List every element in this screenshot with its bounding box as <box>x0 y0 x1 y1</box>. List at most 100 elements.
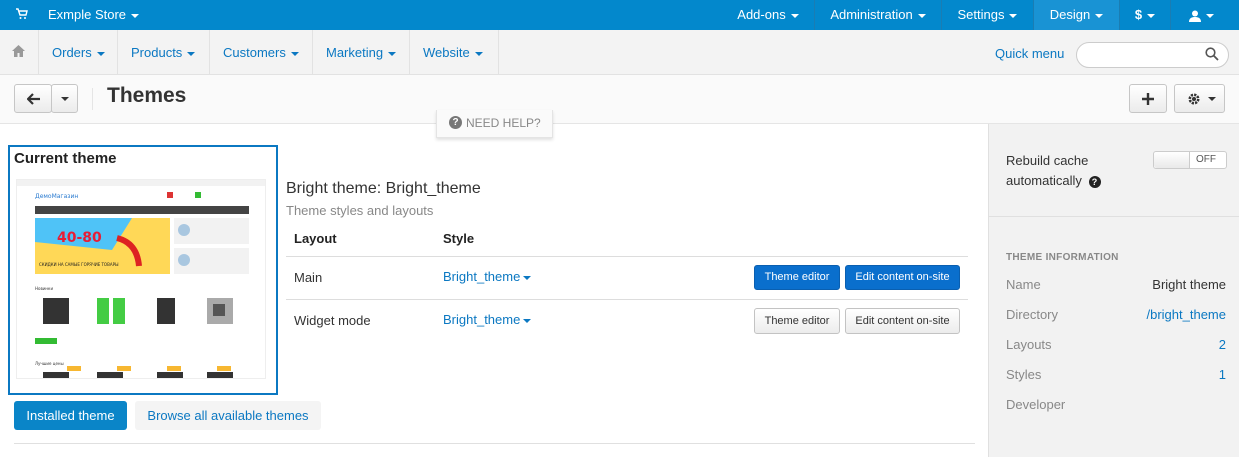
topnav-design-label: Design <box>1049 7 1091 22</box>
plus-icon <box>1142 93 1154 105</box>
search-input[interactable] <box>1076 42 1229 68</box>
currency-label: $ <box>1134 7 1143 22</box>
chevron-down-icon <box>96 51 105 56</box>
store-selector[interactable]: Exmple Store <box>48 0 140 30</box>
divider <box>409 30 410 75</box>
column-header-style: Style <box>443 231 475 246</box>
current-theme-heading: Current theme <box>14 150 117 167</box>
divider <box>117 30 118 75</box>
topnav-addons-label: Add-ons <box>737 7 786 22</box>
chevron-down-icon <box>388 51 397 56</box>
nav-customers[interactable]: Customers <box>223 30 299 75</box>
info-key-name: Name <box>1006 277 1041 292</box>
back-button[interactable] <box>14 84 52 113</box>
question-icon[interactable]: ? <box>1088 175 1101 188</box>
current-theme-card: Current theme ДемоМагазин 40-80 СКИДКИ Н… <box>8 145 278 395</box>
home-icon[interactable] <box>12 45 25 57</box>
rebuild-cache-label: Rebuild cache automatically ? <box>1006 151 1116 191</box>
info-value-name: Bright theme <box>1152 277 1226 292</box>
nav-orders[interactable]: Orders <box>52 30 105 75</box>
tab-browse-themes[interactable]: Browse all available themes <box>135 401 321 430</box>
chevron-down-icon <box>1205 13 1214 18</box>
topnav-design[interactable]: Design <box>1034 0 1119 30</box>
layout-widget-mode: Widget mode <box>294 313 371 328</box>
nav-website[interactable]: Website <box>423 30 483 75</box>
info-key-directory: Directory <box>1006 307 1059 322</box>
info-value-layouts[interactable]: 2 <box>1219 337 1226 352</box>
chevron-down-icon <box>1147 13 1156 18</box>
style-name: Bright_theme <box>443 269 521 284</box>
thumbnail-section-prices: Лучшие цены <box>35 361 64 366</box>
nav-products[interactable]: Products <box>131 30 196 75</box>
style-selector-main[interactable]: Bright_theme <box>443 269 532 284</box>
topnav-addons[interactable]: Add-ons <box>722 0 814 30</box>
chevron-down-icon <box>131 13 140 18</box>
need-help-label: NEED HELP? <box>466 116 541 130</box>
topnav-currency[interactable]: $ <box>1120 0 1170 30</box>
divider <box>286 256 968 257</box>
info-key-styles: Styles <box>1006 367 1042 382</box>
edit-content-on-site-button[interactable]: Edit content on-site <box>845 265 960 290</box>
thumbnail-banner-caption: СКИДКИ НА САМЫЕ ГОРЯЧИЕ ТОВАРЫ <box>39 262 119 267</box>
info-value-directory[interactable]: /bright_theme <box>1147 307 1227 322</box>
theme-editor-button[interactable]: Theme editor <box>754 308 840 334</box>
topnav-administration[interactable]: Administration <box>815 0 941 30</box>
theme-name: Bright theme: Bright_theme <box>286 180 481 197</box>
column-header-layout: Layout <box>294 231 337 246</box>
user-icon <box>1188 10 1201 22</box>
thumbnail-logo: ДемоМагазин <box>35 193 78 200</box>
add-theme-button[interactable] <box>1129 84 1167 113</box>
page-title: Themes <box>107 84 187 107</box>
thumbnail-section-new: Новинки <box>35 286 53 291</box>
divider <box>286 299 968 300</box>
theme-subtitle: Theme styles and layouts <box>286 203 434 218</box>
info-value-styles[interactable]: 1 <box>1219 367 1226 382</box>
rebuild-cache-toggle[interactable]: OFF <box>1153 151 1227 169</box>
divider <box>312 30 313 75</box>
arrow-left-icon <box>27 93 40 105</box>
layout-main: Main <box>294 270 323 285</box>
chevron-down-icon <box>187 51 196 56</box>
topnav-settings[interactable]: Settings <box>942 0 1033 30</box>
need-help-tab[interactable]: ? NEED HELP? <box>436 110 553 138</box>
back-dropdown-button[interactable] <box>51 84 78 113</box>
store-name: Exmple Store <box>48 7 127 22</box>
nav-customers-label: Customers <box>223 45 286 60</box>
main-nav: Orders Products Customers Marketing Webs… <box>0 30 1239 75</box>
toggle-state: OFF <box>1196 154 1216 165</box>
quick-menu-link[interactable]: Quick menu <box>995 30 1064 75</box>
chevron-down-icon <box>1208 97 1216 101</box>
cart-icon <box>16 8 28 19</box>
chevron-down-icon <box>790 13 799 18</box>
nav-website-label: Website <box>423 45 470 60</box>
style-selector-widget[interactable]: Bright_theme <box>443 312 532 327</box>
divider <box>92 88 93 110</box>
nav-products-label: Products <box>131 45 183 60</box>
divider <box>14 443 975 444</box>
nav-marketing-label: Marketing <box>326 45 384 60</box>
chevron-down-icon <box>1009 13 1018 18</box>
edit-content-on-site-button[interactable]: Edit content on-site <box>845 308 960 334</box>
tab-installed-theme[interactable]: Installed theme <box>14 401 127 430</box>
theme-info-heading: THEME INFORMATION <box>1006 252 1119 263</box>
topnav-user[interactable] <box>1171 0 1231 30</box>
thumbnail-banner-big: 40-80 <box>57 230 102 246</box>
info-key-layouts: Layouts <box>1006 337 1052 352</box>
search-icon <box>1205 47 1219 61</box>
gear-icon <box>1188 93 1200 105</box>
divider <box>38 30 39 75</box>
theme-editor-button[interactable]: Theme editor <box>754 265 840 290</box>
sidebar: Rebuild cache automatically ? OFF THEME … <box>988 124 1239 457</box>
divider <box>498 30 499 75</box>
chevron-down-icon <box>61 97 69 101</box>
nav-marketing[interactable]: Marketing <box>326 30 397 75</box>
settings-dropdown-button[interactable] <box>1174 84 1225 113</box>
chevron-down-icon <box>523 318 532 323</box>
theme-preview-image: ДемоМагазин 40-80 СКИДКИ НА САМЫЕ ГОРЯЧИ… <box>17 180 265 378</box>
chevron-down-icon <box>523 275 532 280</box>
top-bar: Exmple Store Add-ons Administration Sett… <box>0 0 1239 30</box>
chevron-down-icon <box>474 51 483 56</box>
theme-thumbnail[interactable]: ДемоМагазин 40-80 СКИДКИ НА САМЫЕ ГОРЯЧИ… <box>16 179 266 379</box>
style-name: Bright_theme <box>443 312 521 327</box>
divider <box>989 216 1239 217</box>
